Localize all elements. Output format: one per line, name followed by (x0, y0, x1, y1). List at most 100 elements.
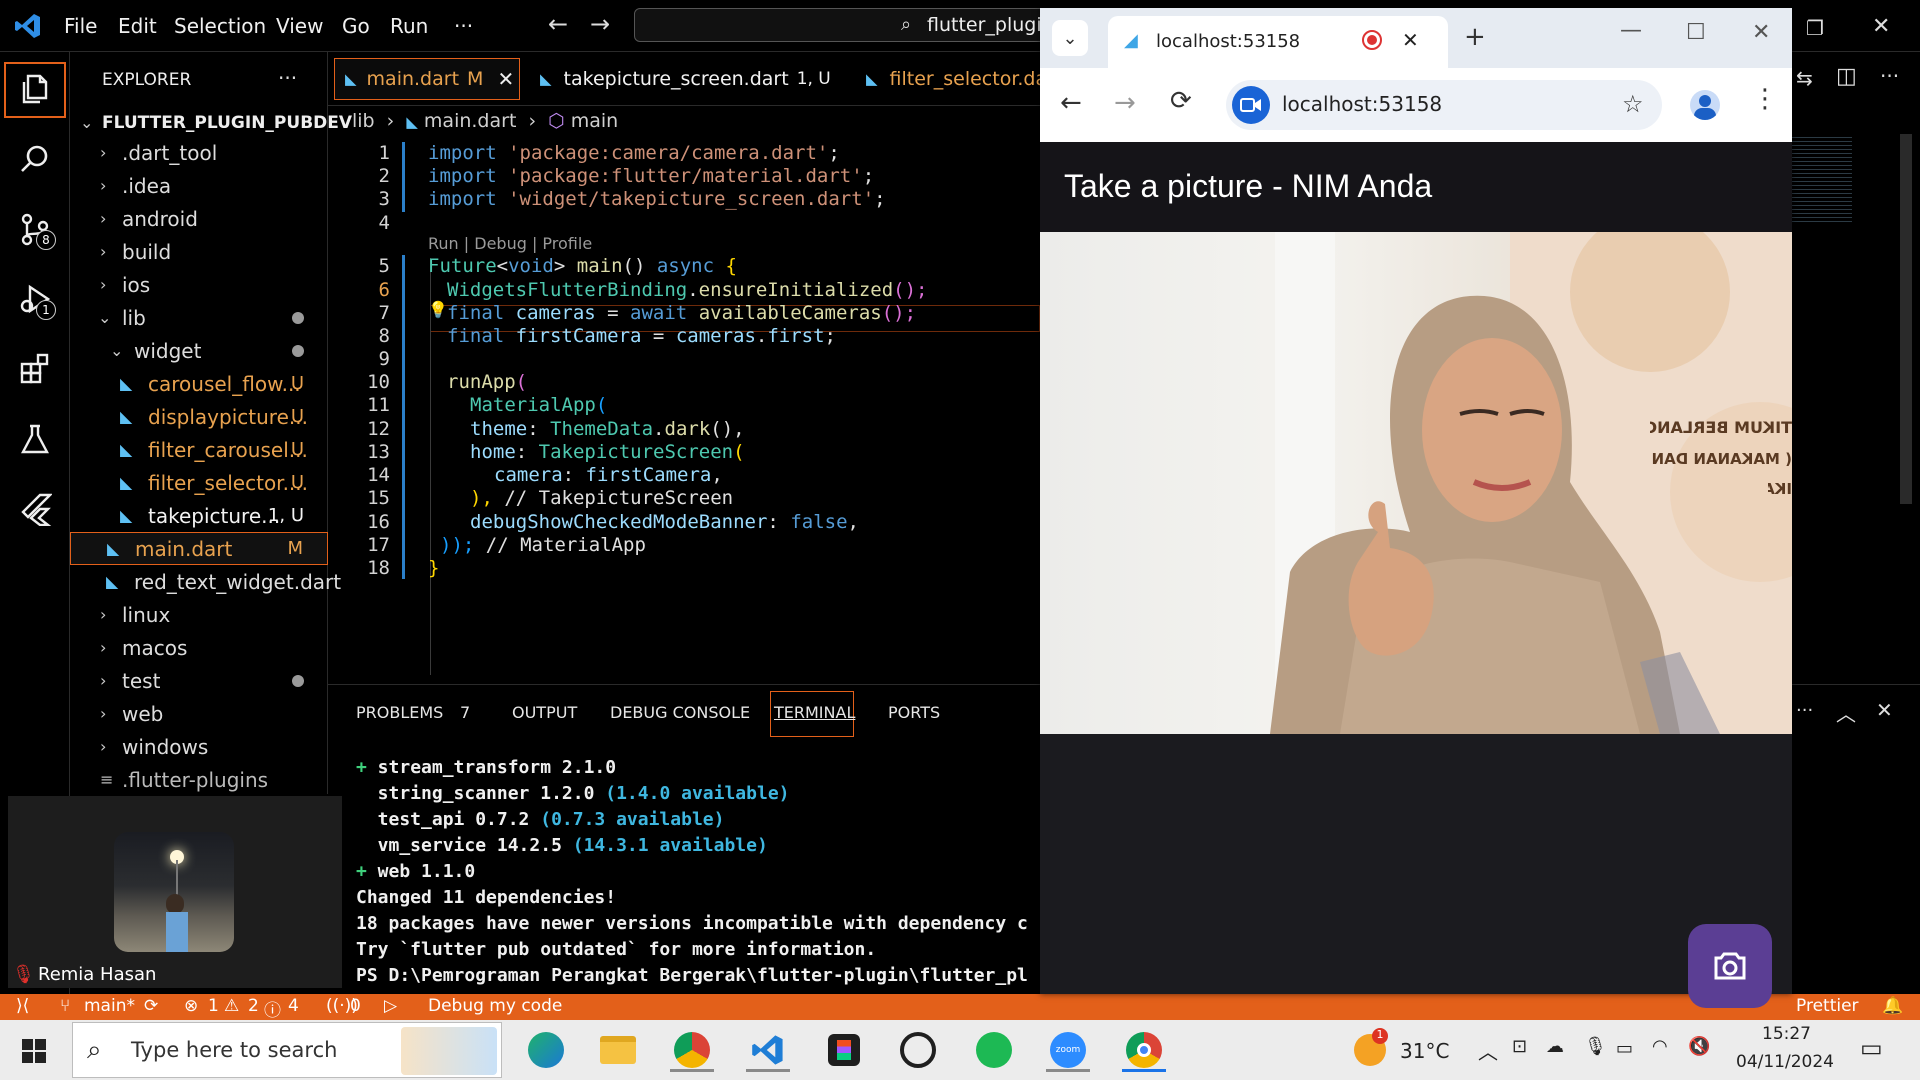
tree-item-filter-carousel[interactable]: ◣ filter_carousel... U (70, 433, 328, 466)
tree-item-idea[interactable]: › .idea (70, 169, 328, 202)
windows-start-icon[interactable] (22, 1039, 46, 1063)
tree-item-dart-tool[interactable]: › .dart_tool (70, 136, 328, 169)
codelens[interactable]: Run | Debug | Profile (428, 234, 592, 253)
testing-flask-icon[interactable] (12, 416, 58, 462)
clock-time[interactable]: 15:27 (1762, 1024, 1811, 1044)
show-hidden-icons-icon[interactable]: ︿ (1478, 1036, 1498, 1065)
tab-ports[interactable]: PORTS (888, 703, 940, 722)
tree-item-widget[interactable]: ⌄ widget (70, 334, 328, 367)
search-view-icon[interactable] (12, 136, 58, 182)
browser-tab[interactable]: ◢ localhost:53158 ✕ (1108, 16, 1448, 68)
sync-icon[interactable]: ⟳ (144, 996, 158, 1016)
close-tab-icon[interactable]: ✕ (1402, 28, 1419, 52)
forward-arrow-icon[interactable]: → (1114, 88, 1136, 118)
explorer-icon[interactable] (12, 66, 58, 112)
panel-more-icon[interactable]: ··· (1796, 700, 1813, 721)
clock-date[interactable]: 04/11/2024 (1736, 1052, 1834, 1072)
close-panel-icon[interactable]: ✕ (1876, 698, 1893, 722)
error-icon[interactable]: ⊗ (184, 996, 198, 1016)
tab-search-button[interactable]: ⌄ (1052, 20, 1088, 56)
figma-icon[interactable] (822, 1028, 866, 1072)
explorer-more-button[interactable]: ··· (278, 66, 297, 90)
menu-selection[interactable]: Selection (174, 14, 266, 38)
spotify-icon[interactable] (972, 1028, 1016, 1072)
battery-icon[interactable]: ▭ (1616, 1038, 1633, 1059)
tab-main-dart[interactable]: ◣ main.dart M ✕ (334, 58, 520, 100)
maximize-icon[interactable]: ☐ (1686, 20, 1706, 45)
edge-icon[interactable] (524, 1028, 568, 1072)
root-folder[interactable]: ⌄ FLUTTER_PLUGIN_PUBDEV (70, 106, 352, 139)
file-explorer-icon[interactable] (596, 1028, 640, 1072)
back-arrow-icon[interactable]: ← (1060, 88, 1082, 118)
run-debug-icon[interactable]: 1 (12, 276, 58, 322)
take-picture-button[interactable] (1688, 924, 1772, 1008)
tab-filter-selector[interactable]: ◣ filter_selector.dar (852, 58, 1040, 100)
debug-run-icon[interactable]: ▷ (384, 996, 397, 1016)
restore-window-icon[interactable]: ❐ (1806, 16, 1824, 40)
menu-view[interactable]: View (276, 14, 323, 38)
zoom-icon[interactable]: zoom (1046, 1028, 1090, 1072)
weather-temp[interactable]: 31°C (1400, 1039, 1449, 1063)
tree-item-takepicture[interactable]: ◣ takepicture... 1, U (70, 499, 328, 532)
code-editor[interactable]: 1 2 3 4 5 6 7 8 9 10 11 12 13 14 15 16 1… (328, 138, 1040, 682)
close-tab-icon[interactable]: ✕ (497, 67, 514, 91)
tab-debug-console[interactable]: DEBUG CONSOLE (610, 703, 750, 722)
tree-item-windows[interactable]: › windows (70, 730, 328, 763)
breadcrumb-folder[interactable]: lib (352, 110, 375, 132)
terminal-prompt[interactable]: PS D:\Pemrograman Perangkat Bergerak\flu… (356, 965, 1028, 986)
profile-avatar-icon[interactable] (1690, 90, 1720, 120)
tree-item-red-text-widget[interactable]: ◣ red_text_widget.dart (70, 565, 341, 598)
camera-in-use-icon[interactable] (1232, 86, 1270, 124)
tree-item-build[interactable]: › build (70, 235, 328, 268)
tree-item-android[interactable]: › android (70, 202, 328, 235)
flutter-icon[interactable] (12, 486, 58, 532)
minimize-icon[interactable]: — (1620, 18, 1642, 43)
breadcrumb-symbol[interactable]: main (571, 110, 618, 132)
notifications-icon[interactable]: ▭ (1860, 1034, 1883, 1062)
remote-icon[interactable]: ⟩⟨ (16, 996, 29, 1016)
address-bar[interactable]: localhost:53158 ☆ (1226, 80, 1662, 130)
reload-icon[interactable]: ⟳ (1170, 86, 1192, 116)
tree-item-ios[interactable]: › ios (70, 268, 328, 301)
bookmark-star-icon[interactable]: ☆ (1622, 90, 1644, 118)
chrome-menu-icon[interactable]: ⋮ (1752, 84, 1778, 114)
vscode-taskbar-icon[interactable] (746, 1028, 790, 1072)
tab-output[interactable]: OUTPUT (512, 703, 577, 722)
command-center-search[interactable]: ⌕ flutter_plugin_ (634, 8, 1063, 42)
tree-item-carousel-flow[interactable]: ◣ carousel_flow... U (70, 367, 328, 400)
tab-problems[interactable]: PROBLEMS (356, 703, 443, 722)
menu-go[interactable]: Go (342, 14, 370, 38)
more-actions-icon[interactable]: ··· (1880, 64, 1899, 88)
speaker-muted-icon[interactable]: 🔇 (1688, 1036, 1710, 1057)
split-editor-icon[interactable]: ◫ (1836, 64, 1857, 89)
prettier-status[interactable]: Prettier (1796, 996, 1859, 1016)
info-icon[interactable]: ⓘ (264, 996, 281, 1021)
compare-changes-icon[interactable]: ⇆ (1796, 66, 1813, 90)
maximize-panel-icon[interactable]: ︿ (1836, 698, 1856, 727)
tray-app-icon[interactable]: ⊡ (1512, 1036, 1527, 1057)
breadcrumb-file[interactable]: main.dart (424, 110, 516, 132)
forward-arrow-icon[interactable]: → (590, 10, 610, 38)
source-control-icon[interactable]: 8 (12, 206, 58, 252)
lightbulb-icon[interactable]: 💡 (428, 300, 448, 319)
whatsapp-icon[interactable] (896, 1028, 940, 1072)
tree-item-filter-selector[interactable]: ◣ filter_selector.... U (70, 466, 328, 499)
close-window-icon[interactable]: ✕ (1872, 14, 1890, 39)
tree-item-web[interactable]: › web (70, 697, 328, 730)
tree-item-main-dart[interactable]: ◣ main.dart M (70, 532, 328, 565)
menu-file[interactable]: File (64, 14, 97, 38)
branch-name[interactable]: main* (84, 996, 135, 1016)
microphone-icon[interactable]: 🎙 (1584, 1036, 1607, 1057)
branch-icon[interactable]: ⑂ (60, 996, 70, 1016)
wifi-icon[interactable]: ◠ (1652, 1036, 1668, 1057)
taskbar-search[interactable]: ⌕ Type here to search (72, 1022, 502, 1078)
new-tab-icon[interactable]: + (1464, 22, 1486, 52)
tree-item-macos[interactable]: › macos (70, 631, 328, 664)
menu-edit[interactable]: Edit (118, 14, 157, 38)
menu-run[interactable]: Run (390, 14, 428, 38)
menu-more[interactable]: ··· (454, 14, 473, 38)
chrome-icon[interactable] (1122, 1028, 1166, 1072)
notifications-bell-icon[interactable]: 🔔 (1882, 996, 1903, 1016)
tree-item-linux[interactable]: › linux (70, 598, 328, 631)
tree-item-flutter-plugins[interactable]: ≡ .flutter-plugins (70, 763, 328, 796)
